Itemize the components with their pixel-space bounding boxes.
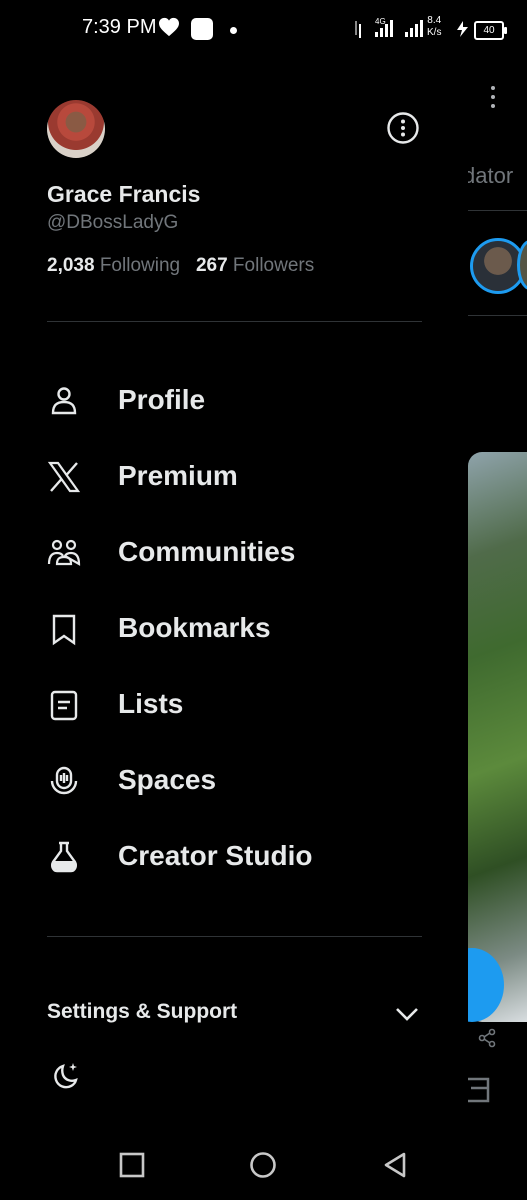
- battery-icon: 40: [474, 21, 507, 40]
- status-bar: 7:39 PM 4G 8.4 K/s 40: [0, 0, 527, 60]
- follow-stats: 2,038 Following 267 Followers: [47, 255, 314, 277]
- network-speed-unit: K/s: [427, 27, 442, 38]
- flask-icon: [47, 840, 81, 874]
- moon-sparkle-icon: [54, 1063, 78, 1089]
- followers-link[interactable]: 267 Followers: [196, 255, 314, 276]
- more-options-button[interactable]: [386, 111, 420, 145]
- triangle-back-icon: [384, 1152, 406, 1178]
- network-speed: 8.4 K/s: [427, 15, 441, 39]
- list-icon: [47, 688, 81, 722]
- menu-item-lists[interactable]: Lists: [0, 674, 468, 738]
- bookmark-icon: [47, 612, 81, 646]
- menu-label-creator-studio: Creator Studio: [118, 840, 313, 871]
- settings-support-toggle[interactable]: Settings & Support: [47, 1000, 237, 1024]
- status-time: 7:39 PM: [82, 16, 157, 38]
- microphone-icon: [47, 764, 81, 798]
- user-name[interactable]: Grace Francis: [47, 181, 200, 208]
- following-label: Following: [99, 255, 181, 276]
- more-notifications-dot: [230, 27, 237, 34]
- menu-label-lists: Lists: [118, 688, 184, 719]
- menu-label-bookmarks: Bookmarks: [118, 612, 271, 643]
- avatar[interactable]: [47, 100, 105, 158]
- recents-button[interactable]: [119, 1152, 145, 1183]
- person-icon: [47, 384, 81, 418]
- share-icon: [477, 1028, 497, 1053]
- following-link[interactable]: 2,038 Following: [47, 255, 185, 276]
- screen: 7:39 PM 4G 8.4 K/s 40 dator Grace Franci…: [0, 0, 527, 1200]
- menu-item-spaces[interactable]: Spaces: [0, 750, 468, 814]
- menu-item-premium[interactable]: Premium: [0, 446, 468, 510]
- communities-icon: [47, 536, 81, 570]
- menu-label-communities: Communities: [118, 536, 296, 567]
- heart-icon: [158, 17, 180, 42]
- circle-icon: [250, 1152, 276, 1178]
- back-button[interactable]: [382, 1151, 408, 1184]
- divider-2: [47, 936, 422, 937]
- navigation-drawer: Grace Francis @DBossLadyG 2,038 Followin…: [0, 60, 468, 1135]
- menu-label-spaces: Spaces: [118, 764, 217, 795]
- divider: [47, 321, 422, 322]
- menu-item-creator-studio[interactable]: Creator Studio: [0, 826, 468, 890]
- user-handle[interactable]: @DBossLadyG: [47, 212, 178, 234]
- more-circle-icon: [387, 112, 419, 144]
- background-post-image: [468, 452, 527, 1022]
- background-divider: [468, 210, 527, 211]
- menu-item-profile[interactable]: Profile: [0, 370, 468, 434]
- followers-count: 267: [195, 255, 228, 276]
- menu-label-premium: Premium: [118, 460, 238, 491]
- home-button[interactable]: [249, 1151, 277, 1184]
- messages-icon: [468, 1076, 492, 1109]
- menu-item-bookmarks[interactable]: Bookmarks: [0, 598, 468, 662]
- charging-icon: [457, 21, 468, 37]
- square-icon: [119, 1152, 145, 1178]
- background-divider-2: [468, 315, 527, 316]
- background-more-icon: [491, 86, 495, 113]
- followers-label: Followers: [232, 255, 315, 276]
- background-tab: dator: [463, 163, 514, 188]
- svg-text:4G: 4G: [375, 17, 386, 26]
- menu-label-profile: Profile: [118, 384, 206, 415]
- signal-icons: 4G: [353, 14, 427, 47]
- menu-item-communities[interactable]: Communities: [0, 522, 468, 586]
- following-count: 2,038: [47, 255, 95, 276]
- chevron-down-icon[interactable]: [395, 1006, 419, 1027]
- system-navigation-bar: [0, 1135, 527, 1200]
- x-logo-icon: [47, 460, 81, 494]
- display-theme-button[interactable]: [47, 1060, 81, 1094]
- network-speed-value: 8.4: [427, 15, 442, 26]
- app-notification-icon: [191, 18, 213, 40]
